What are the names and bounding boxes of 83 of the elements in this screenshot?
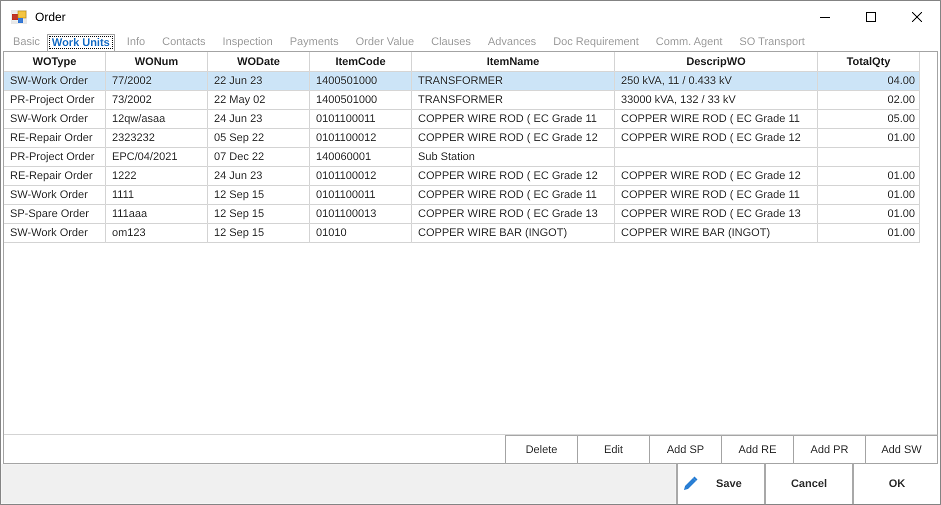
table-row[interactable]: SW-Work Order 1111 12 Sep 15 0101100011 COPPER WIRE ROD ( EC Grade 11 COPPER WIRE ROD ( EC Grade 11 01.00 [4,186,937,205]
table-cell: 140060001 [316,151,372,163]
table-row[interactable]: PR-Project Order EPC/04/2021 07 Dec 22 140060001 Sub Station [4,148,937,167]
table-cell: TRANSFORMER [418,94,503,106]
app-icon [11,10,27,24]
table-cell: COPPER WIRE ROD ( EC Grade 12 [621,170,801,182]
table-cell: SW-Work Order [10,227,88,239]
table-cell: RE-Repair Order [10,170,93,182]
table-cell: 0101100011 [316,189,376,201]
table-cell: 0101100012 [316,132,376,144]
table-cell: COPPER WIRE ROD ( EC Grade 11 [621,113,800,125]
close-icon [912,12,922,22]
table-cell: 01.00 [887,189,915,201]
table-cell: 01.00 [887,208,915,220]
table-row[interactable]: SP-Spare Order 111aaa 12 Sep 15 0101100013 COPPER WIRE ROD ( EC Grade 13 COPPER WIRE ROD ( EC Grade 13 01.00 [4,205,937,224]
table-cell: 0101100012 [316,170,376,182]
table-cell: 1111 [112,189,134,201]
table-row[interactable]: SW-Work Order 12qw/asaa 24 Jun 23 0101100011 COPPER WIRE ROD ( EC Grade 11 COPPER WIRE ROD ( EC Grade 11 05.00 [4,110,937,129]
table-cell: 01.00 [887,227,915,239]
table-row[interactable]: SW-Work Order 77/2002 22 Jun 23 1400501000 TRANSFORMER 250 kVA, 11 / 0.433 kV 04.00 [4,72,937,91]
table-cell: 24 Jun 23 [214,170,262,182]
table-cell: om123 [112,227,146,239]
table-row[interactable]: RE-Repair Order 2323232 05 Sep 22 0101100012 COPPER WIRE ROD ( EC Grade 12 COPPER WIRE ROD ( EC Grade 12 01.00 [4,129,937,148]
minimize-icon [820,16,830,18]
table-cell: 24 Jun 23 [214,113,262,125]
table-cell: Sub Station [418,151,475,163]
table-row[interactable]: PR-Project Order 73/2002 22 May 02 1400501000 TRANSFORMER 33000 kVA, 132 / 33 kV 02.00 [4,91,937,110]
table-cell: 22 May 02 [214,94,266,106]
pencil-icon [682,476,698,492]
table-cell: 02.00 [887,94,915,106]
table-cell: 05 Sep 22 [214,132,264,144]
maximize-icon [866,12,876,22]
table-cell: 12 Sep 15 [214,227,264,239]
table-cell: 1400501000 [316,75,378,87]
table-cell: SP-Spare Order [10,208,89,220]
table-cell: 22 Jun 23 [214,75,262,87]
tab[interactable]: Work Units [46,34,115,51]
table-cell: 12 Sep 15 [214,189,264,201]
grid-action-button[interactable]: Add SW [865,435,937,463]
grid-action-button[interactable]: Add SP [649,435,721,463]
table-cell: 0101100011 [316,113,376,125]
table-cell: TRANSFORMER [418,75,503,87]
grid-action-button[interactable]: Edit [577,435,649,463]
table-cell: COPPER WIRE ROD ( EC Grade 13 [621,208,801,220]
table-cell: 04.00 [887,75,915,87]
table-cell: 12 Sep 15 [214,208,264,220]
table-cell: RE-Repair Order [10,132,93,144]
table-cell: 0101100013 [316,208,376,220]
table-cell: 01.00 [887,132,915,144]
table-cell: 33000 kVA, 132 / 33 kV [621,94,736,106]
table-cell: 07 Dec 22 [214,151,264,163]
table-cell: COPPER WIRE ROD ( EC Grade 11 [418,113,597,125]
table-cell: COPPER WIRE BAR (INGOT) [621,227,770,239]
grid-action-button[interactable]: Delete [505,435,577,463]
table-cell: COPPER WIRE ROD ( EC Grade 12 [418,132,598,144]
table-row[interactable]: SW-Work Order om123 12 Sep 15 01010 COPPER WIRE BAR (INGOT) COPPER WIRE BAR (INGOT) 01.00 [4,224,937,243]
table-cell: 1400501000 [316,94,378,106]
table-cell: 111aaa [112,208,148,220]
table-cell: SW-Work Order [10,75,88,87]
table-cell: 05.00 [887,113,915,125]
table-cell: EPC/04/2021 [112,151,178,163]
table-cell: PR-Project Order [10,94,94,106]
table-cell: COPPER WIRE ROD ( EC Grade 13 [418,208,598,220]
table-cell: 1222 [112,170,136,182]
window-title: Order [35,10,67,24]
table-cell: 250 kVA, 11 / 0.433 kV [621,75,732,87]
table-cell: COPPER WIRE ROD ( EC Grade 12 [418,170,598,182]
table-cell: SW-Work Order [10,189,88,201]
table-cell: COPPER WIRE ROD ( EC Grade 11 [418,189,597,201]
table-cell: 77/2002 [112,75,152,87]
grid-action-button[interactable]: Add PR [793,435,865,463]
table-cell: 01.00 [887,170,915,182]
grid-action-button[interactable]: Add RE [721,435,793,463]
table-cell: COPPER WIRE ROD ( EC Grade 12 [621,132,801,144]
table-cell: 2323232 [112,132,155,144]
table-cell: 01010 [316,227,347,239]
table-cell: PR-Project Order [10,151,94,163]
table-cell: COPPER WIRE BAR (INGOT) [418,227,568,239]
table-cell: 73/2002 [112,94,152,106]
table-cell: SW-Work Order [10,113,88,125]
table-cell: COPPER WIRE ROD ( EC Grade 11 [621,189,800,201]
table-row[interactable]: RE-Repair Order 1222 24 Jun 23 0101100012 COPPER WIRE ROD ( EC Grade 12 COPPER WIRE ROD ( EC Grade 12 01.00 [4,167,937,186]
table-cell: 12qw/asaa [112,113,166,125]
